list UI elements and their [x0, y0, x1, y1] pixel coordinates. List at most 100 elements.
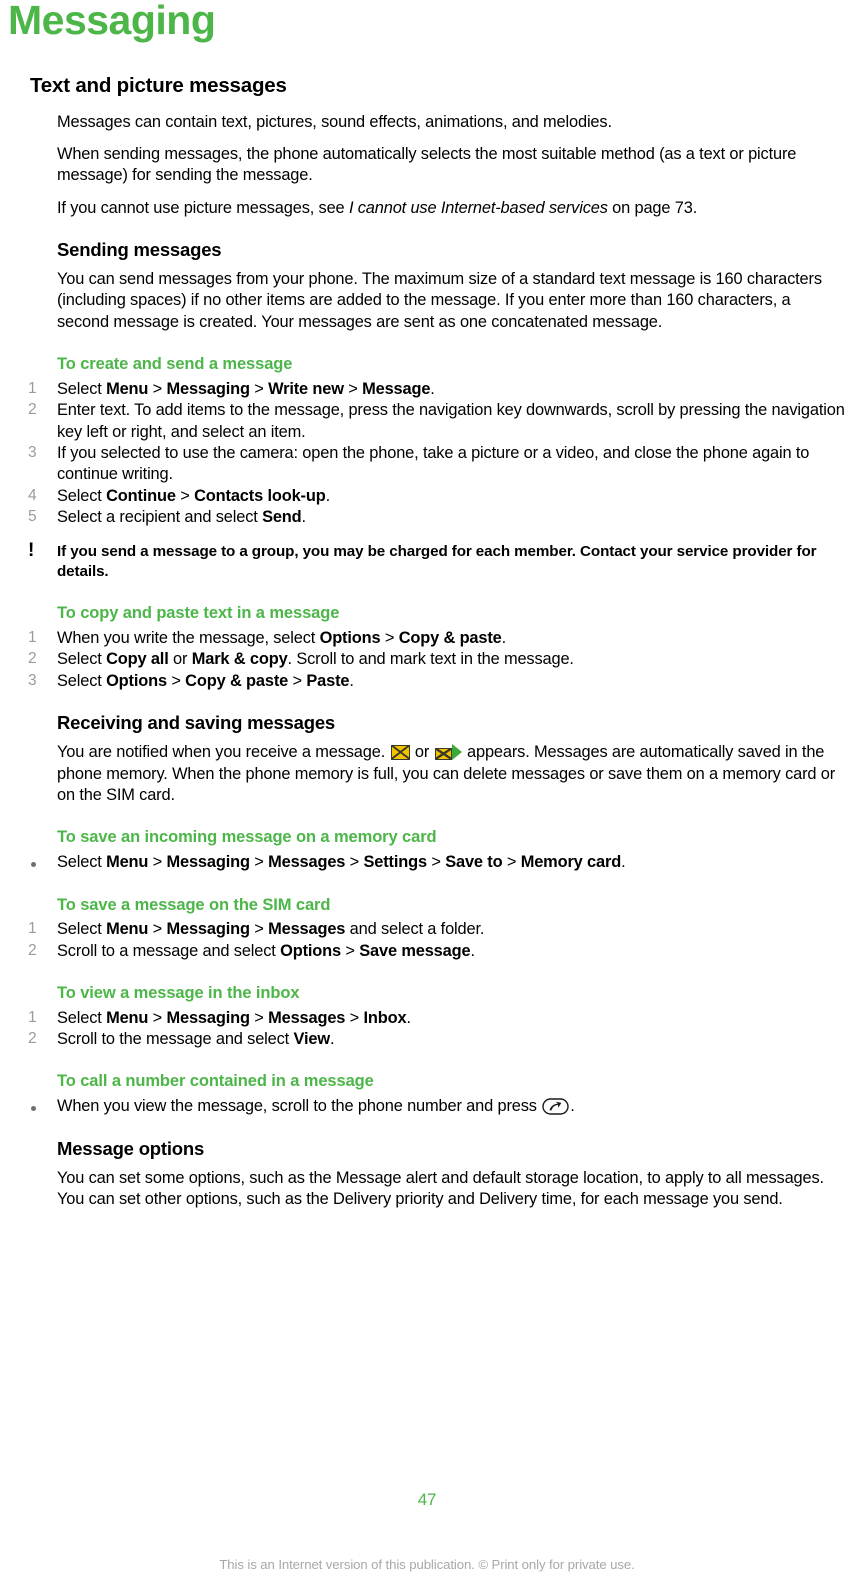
paragraph-when-sending: When sending messages, the phone automat… [57, 144, 797, 185]
bullet-dot-icon [31, 1106, 36, 1112]
bullet-text-before-icon: When you view the message, scroll to the… [57, 1097, 542, 1116]
ui-term: Messages [268, 853, 346, 872]
note-callout-group-charges: ! If you send a message to a group, you … [0, 540, 854, 582]
step-text: and select a folder. [345, 920, 485, 939]
ui-term: Messaging [166, 853, 251, 872]
procedure-steps-copy-paste: 1 When you write the message, select Opti… [0, 628, 854, 692]
ui-term: Messaging [166, 1008, 251, 1027]
step-text: or [168, 650, 192, 669]
procedure-heading-call-number: To call a number contained in a message [57, 1072, 374, 1091]
paragraph-messages-contain: Messages can contain text, pictures, sou… [57, 112, 612, 131]
step-text: Select [57, 1008, 107, 1027]
step-number: 1 [28, 379, 37, 397]
paragraph-sending-intro: You can send messages from your phone. T… [57, 270, 822, 331]
step-text: . [325, 486, 331, 505]
list-item: 2 Scroll to a message and select Options … [0, 941, 854, 962]
step-text: > [249, 1008, 269, 1027]
step-text: > [502, 853, 521, 872]
list-item: 4 Select Continue > Contacts look-up. [0, 486, 854, 507]
list-item: When you view the message, scroll to the… [0, 1096, 854, 1117]
page-content: Text and picture messages Messages can c… [0, 74, 854, 1221]
list-item: 1 Select Menu > Messaging > Messages > In… [0, 1008, 854, 1029]
list-item: 3 Select Options > Copy & paste > Paste. [0, 671, 854, 692]
list-item: 2 Enter text. To add items to the message… [0, 400, 854, 443]
step-number: 4 [28, 486, 37, 504]
envelope-arrow-icon [434, 744, 462, 761]
ui-term: Copy & paste [398, 629, 502, 648]
step-text: Select [57, 379, 107, 398]
procedure-heading-view-inbox: To view a message in the inbox [57, 983, 300, 1002]
paragraph-text-before-ref: If you cannot use picture messages, see [57, 198, 349, 217]
procedure-bullets-call-number: When you view the message, scroll to the… [0, 1096, 854, 1117]
step-text: . [430, 379, 435, 398]
ui-term: Messages [268, 920, 346, 939]
step-text: When you write the message, select [57, 629, 320, 648]
step-text: > [148, 379, 167, 398]
ui-term: Options [280, 941, 341, 960]
list-item: 5 Select a recipient and select Send. [0, 507, 854, 528]
step-number: 3 [28, 443, 37, 461]
footer-notice: This is an Internet version of this publ… [219, 1557, 635, 1572]
ui-term: Contacts look-up [194, 486, 326, 505]
step-text: . [470, 941, 475, 960]
ui-term: Message [362, 379, 431, 398]
step-text: > [343, 379, 363, 398]
ui-term: Messaging [166, 379, 251, 398]
procedure-bullets-save-memory-card: Select Menu > Messaging > Messages > Set… [0, 852, 854, 873]
ui-term: Copy all [106, 650, 169, 669]
procedure-steps-save-sim-card: 1 Select Menu > Messaging > Messages and … [0, 919, 854, 962]
list-item: Select Menu > Messaging > Messages > Set… [0, 852, 854, 873]
ui-term: Settings [363, 853, 428, 872]
step-text: Scroll to a message and select [57, 941, 281, 960]
procedure-heading-save-memory-card: To save an incoming message on a memory … [57, 828, 437, 847]
step-text: > [345, 853, 364, 872]
envelope-icon [390, 745, 410, 761]
ui-term: Menu [106, 1008, 149, 1027]
step-number: 1 [28, 920, 37, 938]
ui-term: Options [319, 629, 381, 648]
page-number: 47 [417, 1490, 437, 1509]
ui-term: Messaging [166, 920, 251, 939]
ui-term: Continue [106, 486, 176, 505]
step-number: 2 [28, 1030, 37, 1048]
list-item: 1 When you write the message, select Opti… [0, 628, 854, 649]
paragraph-text-after-ref: on page 73. [607, 198, 698, 217]
step-text: > [288, 671, 307, 690]
ui-term: Send [262, 507, 302, 526]
step-text: > [249, 920, 269, 939]
procedure-steps-view-inbox: 1 Select Menu > Messaging > Messages > In… [0, 1008, 854, 1051]
step-number: 1 [28, 1008, 37, 1026]
call-key-icon [542, 1098, 569, 1115]
step-text: Select [57, 853, 107, 872]
step-number: 3 [28, 671, 37, 689]
step-number: 5 [28, 507, 37, 525]
note-text: If you send a message to a group, you ma… [57, 543, 817, 581]
ui-term: Save to [445, 853, 503, 872]
step-text: > [175, 486, 195, 505]
ui-term: Menu [106, 379, 149, 398]
paragraph-message-options-intro: You can set some options, such as the Me… [57, 1168, 824, 1209]
step-number: 2 [28, 401, 37, 419]
subsection-heading-receiving-saving: Receiving and saving messages [57, 712, 335, 734]
paragraph-text-part-1: You are notified when you receive a mess… [57, 743, 390, 762]
exclamation-icon: ! [28, 540, 35, 562]
bullet-dot-icon [31, 862, 36, 868]
ui-term: Messages [268, 1008, 346, 1027]
ui-term: Write new [268, 379, 344, 398]
procedure-heading-copy-paste: To copy and paste text in a message [57, 604, 340, 623]
step-text: . [349, 671, 354, 690]
paragraph-receiving-intro: You are notified when you receive a mess… [0, 742, 854, 806]
list-item: 2 Select Copy all or Mark & copy. Scroll … [0, 649, 854, 670]
step-text: . Scroll to and mark text in the message… [287, 650, 574, 669]
ui-term: Paste [306, 671, 350, 690]
step-text: > [345, 1008, 364, 1027]
paragraph-cannot-use-picture: If you cannot use picture messages, see … [0, 198, 854, 219]
step-number: 2 [28, 650, 37, 668]
procedure-steps-create-send: 1 Select Menu > Messaging > Write new > M… [0, 379, 854, 528]
ui-term: Save message [359, 941, 471, 960]
procedure-heading-save-sim-card: To save a message on the SIM card [57, 895, 331, 914]
step-text: If you selected to use the camera: open … [57, 443, 810, 484]
step-text: Enter text. To add items to the message,… [57, 401, 845, 441]
step-text: . [501, 629, 507, 648]
step-text: Scroll to the message and select [57, 1030, 294, 1049]
